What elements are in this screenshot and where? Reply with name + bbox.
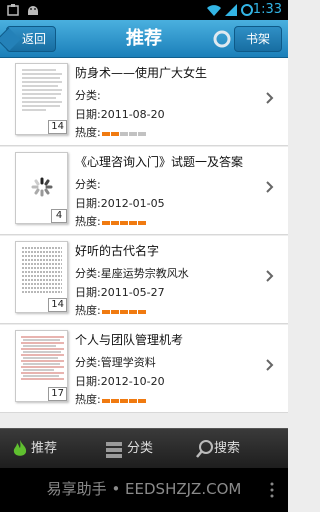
heat-label: 热度:	[75, 126, 101, 139]
list-item[interactable]: 14 防身术——使用广大女生 分类: 日期:2011-08-20 热度:	[0, 58, 288, 146]
list-item[interactable]: 4 《心理咨询入门》试题一及答案 分类: 日期:2012-01-05 热度:	[0, 147, 288, 235]
search-icon[interactable]	[212, 29, 234, 51]
page-count: 14	[48, 120, 67, 134]
nav-label: 分类	[127, 441, 154, 456]
chevron-right-icon	[266, 359, 274, 371]
heat-segment	[101, 398, 110, 403]
date-label: 日期:	[75, 108, 101, 121]
heat-segment	[119, 398, 128, 403]
page-count: 4	[51, 209, 67, 223]
heat-segment	[128, 309, 137, 314]
android-icon	[28, 6, 38, 15]
heat-segment	[137, 220, 146, 225]
item-heat: 热度:	[75, 302, 147, 318]
item-title: 个人与团队管理机考	[75, 333, 184, 347]
nav-label: 推荐	[31, 441, 58, 456]
item-title: 《心理咨询入门》试题一及答案	[75, 155, 244, 169]
heat-rating	[101, 305, 147, 318]
heat-segment	[119, 220, 128, 225]
chevron-right-icon	[266, 92, 274, 104]
item-date: 日期:2012-10-20	[75, 373, 165, 389]
date-label: 日期:	[75, 197, 101, 210]
menu-icon[interactable]	[270, 482, 274, 498]
page-count: 17	[48, 387, 67, 401]
date-value: 2011-05-27	[100, 286, 165, 299]
heat-label: 热度:	[75, 215, 101, 228]
heat-segment	[101, 131, 110, 136]
bottom-nav: 推荐 分类 搜索	[0, 428, 288, 468]
search-icon	[196, 440, 213, 458]
item-heat: 热度:	[75, 213, 147, 229]
heat-segment	[119, 131, 128, 136]
heat-label: 热度:	[75, 393, 101, 406]
category-icon	[106, 442, 122, 458]
nav-item-recommend[interactable]: 推荐	[0, 429, 96, 469]
heat-segment	[119, 309, 128, 314]
chevron-right-icon	[266, 181, 274, 193]
date-value: 2011-08-20	[100, 108, 165, 121]
heat-segment	[110, 220, 119, 225]
heat-segment	[110, 398, 119, 403]
heat-segment	[128, 398, 137, 403]
heat-segment	[137, 398, 146, 403]
heat-rating	[101, 216, 147, 229]
item-date: 日期:2011-08-20	[75, 106, 165, 122]
category-label: 分类:	[75, 89, 101, 102]
title-bar: 返回 推荐 书架	[0, 20, 288, 58]
signal-icon	[225, 4, 237, 16]
document-thumbnail: 4	[15, 152, 68, 224]
nav-label: 搜索	[214, 441, 241, 456]
document-thumbnail: 14	[15, 63, 68, 135]
item-date: 日期:2011-05-27	[75, 284, 165, 300]
category-value: 管理学资料	[100, 356, 156, 369]
category-label: 分类:	[75, 178, 101, 191]
date-value: 2012-10-20	[100, 375, 165, 388]
heat-label: 热度:	[75, 304, 101, 317]
date-label: 日期:	[75, 286, 101, 299]
list-item[interactable]: 14 好听的古代名字 分类:星座运势宗教风水 日期:2011-05-27 热度:	[0, 236, 288, 324]
heat-segment	[101, 309, 110, 314]
notification-icon	[7, 4, 19, 16]
wifi-icon	[207, 5, 221, 16]
heat-segment	[137, 131, 146, 136]
nav-item-category[interactable]: 分类	[96, 429, 192, 469]
heat-segment	[128, 220, 137, 225]
flame-icon	[13, 440, 27, 456]
heat-segment	[110, 309, 119, 314]
nav-item-search[interactable]: 搜索	[192, 429, 288, 469]
status-bar: 1:33	[0, 0, 288, 20]
watermark: 易享助手 • EEDSHZJZ.COM	[46, 480, 242, 498]
date-value: 2012-01-05	[100, 197, 165, 210]
item-heat: 热度:	[75, 124, 147, 140]
item-title: 好听的古代名字	[75, 244, 160, 258]
heat-rating	[101, 394, 147, 407]
item-category: 分类:星座运势宗教风水	[75, 265, 189, 281]
clock: 1:33	[252, 2, 282, 17]
item-heat: 热度:	[75, 391, 147, 407]
heat-segment	[101, 220, 110, 225]
category-value: 星座运势宗教风水	[100, 267, 189, 280]
item-title: 防身术——使用广大女生	[75, 66, 208, 80]
heat-rating	[101, 127, 147, 140]
page-count: 14	[48, 298, 67, 312]
chevron-right-icon	[266, 270, 274, 282]
document-thumbnail: 14	[15, 241, 68, 313]
category-label: 分类:	[75, 356, 101, 369]
heat-segment	[110, 131, 119, 136]
system-nav-bar: 易享助手 • EEDSHZJZ.COM	[0, 468, 288, 512]
item-category: 分类:管理学资料	[75, 354, 156, 370]
heat-segment	[137, 309, 146, 314]
bookshelf-button[interactable]: 书架	[234, 26, 282, 52]
item-category: 分类:	[75, 176, 101, 192]
list-item[interactable]: 17 个人与团队管理机考 分类:管理学资料 日期:2012-10-20 热度:	[0, 325, 288, 413]
date-label: 日期:	[75, 375, 101, 388]
heat-segment	[128, 131, 137, 136]
item-date: 日期:2012-01-05	[75, 195, 165, 211]
document-thumbnail: 17	[15, 330, 68, 402]
category-label: 分类:	[75, 267, 101, 280]
item-category: 分类:	[75, 87, 101, 103]
